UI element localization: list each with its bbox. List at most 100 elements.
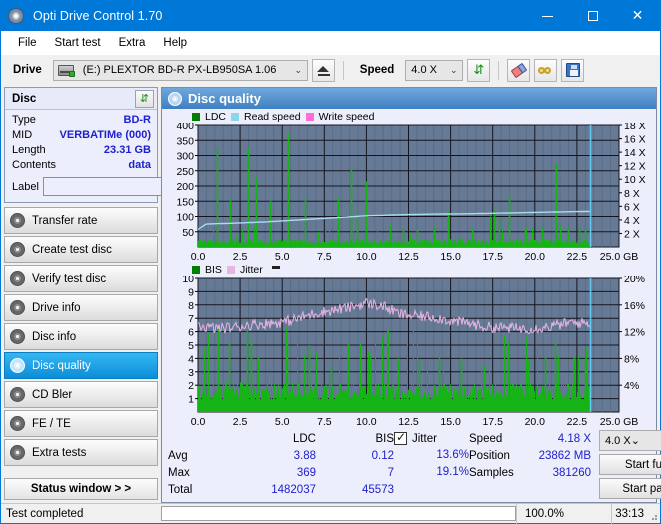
svg-text:14 X: 14 X <box>624 147 646 159</box>
charts-area: LDC Read speed Write speed 400 350 300 250 2… <box>162 109 656 429</box>
svg-text:5.0: 5.0 <box>275 251 290 263</box>
save-button[interactable] <box>561 58 585 82</box>
disc-icon <box>10 271 25 286</box>
svg-text:22.5: 22.5 <box>567 251 588 263</box>
speed-value: 4.18 X <box>557 432 591 445</box>
svg-text:12 X: 12 X <box>624 161 646 173</box>
disc-value: BD-R <box>123 114 152 126</box>
menu-help[interactable]: Help <box>154 35 196 51</box>
sidebar-item-label: CD Bler <box>32 388 73 401</box>
svg-text:50: 50 <box>182 227 194 239</box>
stats-bis-value: 45573 <box>362 483 394 496</box>
svg-text:20.0: 20.0 <box>525 251 546 263</box>
legend-label-write-speed: Write speed <box>318 110 375 123</box>
svg-text:100: 100 <box>176 212 194 224</box>
page-title: Disc quality <box>188 91 261 106</box>
eject-button[interactable] <box>311 58 335 82</box>
sidebar-item-create-test-disc[interactable]: Create test disc <box>4 236 158 263</box>
svg-text:2 X: 2 X <box>624 228 640 240</box>
sidebar-item-disc-info[interactable]: Disc info <box>4 323 158 350</box>
eraser-icon <box>510 62 528 78</box>
svg-text:7.5: 7.5 <box>317 251 332 263</box>
refresh-button[interactable]: ⇵ <box>467 58 491 82</box>
start-full-button[interactable]: Start full <box>599 454 661 475</box>
legend-label-bis: BIS <box>205 263 222 276</box>
sidebar-item-fe-te[interactable]: FE / TE <box>4 410 158 437</box>
start-full-label: Start full <box>624 458 661 471</box>
svg-text:15.0: 15.0 <box>440 416 461 428</box>
ldc-chart: 400 350 300 250 200 150 100 50 18 X 16 X 14 X 12 X1… <box>165 123 653 263</box>
disc-row-length: Length 23.31 GB <box>12 143 151 158</box>
menu-extra[interactable]: Extra <box>110 35 155 51</box>
jitter-column: Jitter 13.6% 19.1% <box>394 430 469 499</box>
svg-text:4 X: 4 X <box>624 215 640 227</box>
jitter-label: Jitter <box>412 432 437 445</box>
stats-col-ldc: LDC <box>292 432 316 445</box>
position-value: 23862 MB <box>538 449 591 462</box>
stats-row-total: Total 1482037 45573 <box>168 481 394 498</box>
maximize-button[interactable] <box>570 1 615 31</box>
svg-text:6: 6 <box>188 327 194 339</box>
sidebar-item-label: Create test disc <box>32 243 112 256</box>
test-speed-select[interactable]: 4.0 X ⌄ <box>599 430 661 451</box>
status-bar: Test completed 100.0% 33:13 <box>1 503 660 524</box>
main-panel: Disc quality LDC Read speed Write speed … <box>161 87 661 503</box>
sidebar-item-cd-bler[interactable]: CD Bler <box>4 381 158 408</box>
erase-button[interactable] <box>507 58 531 82</box>
stats-row-max: Max 369 7 <box>168 464 394 481</box>
sidebar-item-label: Extra tests <box>32 446 87 459</box>
svg-text:3: 3 <box>188 367 194 379</box>
stats-row-avg: Avg 3.88 0.12 <box>168 447 394 464</box>
sidebar-item-drive-info[interactable]: Drive info <box>4 294 158 321</box>
svg-text:4%: 4% <box>624 380 639 392</box>
resize-grip[interactable] <box>648 511 658 521</box>
main-panel-header: Disc quality <box>162 88 656 109</box>
disc-key: MID <box>12 129 33 141</box>
svg-text:7: 7 <box>188 313 194 325</box>
svg-text:20%: 20% <box>624 276 645 285</box>
disc-key: Length <box>12 144 46 156</box>
jitter-max-value: 19.1% <box>436 466 469 478</box>
sidebar-item-disc-quality[interactable]: Disc quality <box>4 352 158 379</box>
sidebar-item-label: FE / TE <box>32 417 71 430</box>
menu-start-test[interactable]: Start test <box>46 35 110 51</box>
legend-label-read-speed: Read speed <box>244 110 301 123</box>
sidebar-item-extra-tests[interactable]: Extra tests <box>4 439 158 466</box>
legend-swatch-read-speed <box>231 112 240 121</box>
svg-text:2.5: 2.5 <box>233 251 248 263</box>
svg-text:5.0: 5.0 <box>275 416 290 428</box>
disc-refresh-button[interactable]: ⇵ <box>135 89 154 108</box>
status-text: Test completed <box>6 507 84 520</box>
menu-file[interactable]: File <box>9 35 46 51</box>
glasses-button[interactable] <box>534 58 558 82</box>
svg-text:4: 4 <box>188 353 194 365</box>
svg-text:10.0: 10.0 <box>356 416 377 428</box>
title-bar: Opti Drive Control 1.70 ✕ <box>1 1 660 31</box>
legend-label-ldc: LDC <box>205 110 227 123</box>
svg-text:22.5: 22.5 <box>567 416 588 428</box>
svg-text:400: 400 <box>176 123 194 132</box>
sidebar-item-verify-test-disc[interactable]: Verify test disc <box>4 265 158 292</box>
start-part-button[interactable]: Start part <box>599 478 661 499</box>
close-icon[interactable]: ✕ <box>615 1 660 31</box>
status-window-button[interactable]: Status window > > <box>4 478 158 500</box>
disc-value: data <box>128 159 151 171</box>
test-controls: 4.0 X ⌄ Start full Start part <box>599 430 661 499</box>
drive-select[interactable]: (E:) PLEXTOR BD-R PX-LB950SA 1.06 ⌄ <box>52 59 308 81</box>
sidebar-item-transfer-rate[interactable]: Transfer rate <box>4 207 158 234</box>
disc-icon <box>10 445 25 460</box>
svg-text:8%: 8% <box>624 353 639 365</box>
jitter-checkbox[interactable] <box>394 430 407 445</box>
samples-value: 381260 <box>552 466 591 479</box>
sidebar-item-label: Verify test disc <box>32 272 107 285</box>
speed-select[interactable]: 4.0 X ⌄ <box>405 59 464 81</box>
svg-text:8: 8 <box>188 300 194 312</box>
minimize-button[interactable] <box>525 1 570 31</box>
svg-text:2: 2 <box>188 380 194 392</box>
disc-row-mid: MID VERBATIMe (000) <box>12 128 151 143</box>
legend-swatch-write-speed <box>305 112 314 121</box>
svg-text:2.5: 2.5 <box>233 416 248 428</box>
speed-select-value: 4.0 X <box>411 64 437 76</box>
svg-text:17.5: 17.5 <box>482 416 503 428</box>
sidebar-item-label: Transfer rate <box>32 214 98 227</box>
